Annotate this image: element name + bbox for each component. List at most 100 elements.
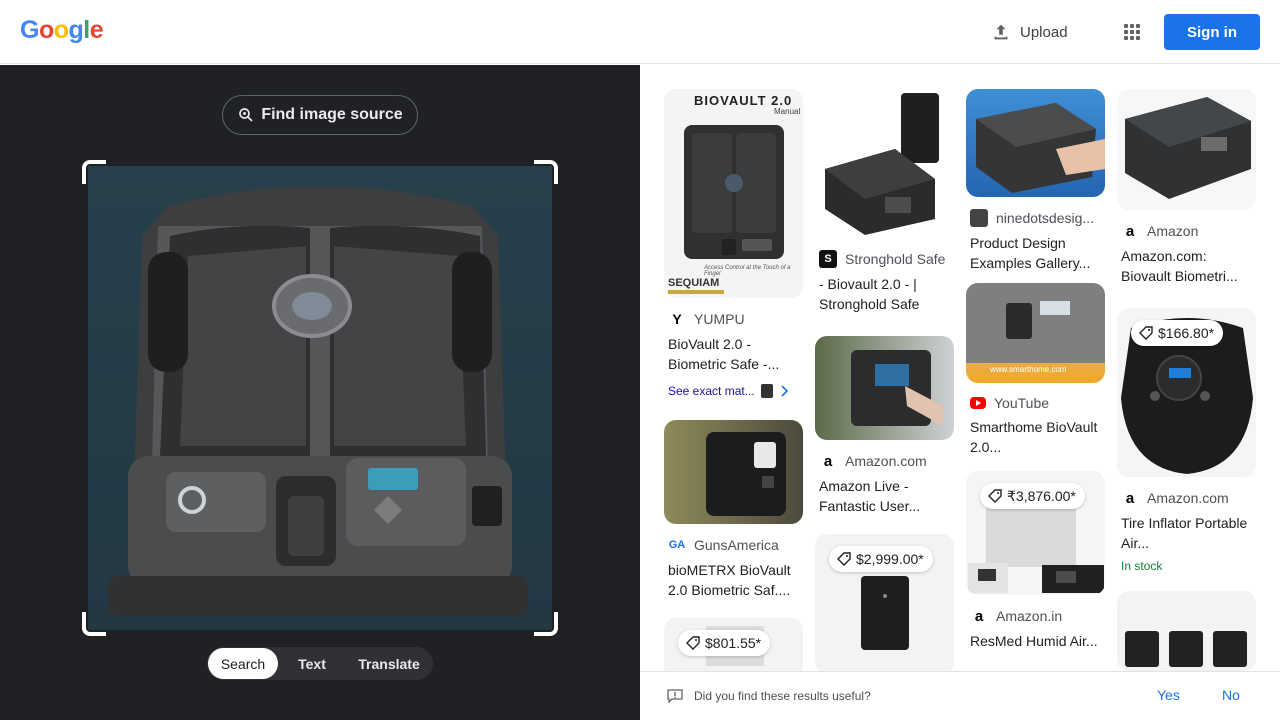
result-card[interactable]: ₹3,876.00* a Amazon.in ResMed Humid Air.…: [966, 471, 1105, 671]
result-card[interactable]: $801.55*: [664, 618, 803, 671]
feedback-question: Did you find these results useful?: [694, 689, 871, 703]
query-image: [88, 166, 552, 630]
result-title[interactable]: - Biovault 2.0 - | Stronghold Safe: [819, 274, 950, 314]
result-thumbnail[interactable]: ₹3,876.00*: [966, 471, 1105, 595]
find-image-source-button[interactable]: Find image source: [222, 95, 418, 135]
youtube-icon: [970, 397, 986, 409]
amazon-icon: a: [970, 607, 988, 625]
result-title[interactable]: bioMETRX BioVault 2.0 Biometric Saf....: [668, 560, 799, 600]
amazon-icon: a: [1121, 222, 1139, 240]
crop-selection-frame[interactable]: [82, 160, 558, 636]
tab-translate[interactable]: Translate: [346, 648, 432, 679]
result-card[interactable]: ninedotsdesig... Product Design Examples…: [966, 89, 1105, 273]
result-thumbnail[interactable]: [815, 336, 954, 440]
results-column: a Amazon Amazon.com: Biovault Biometri..…: [1117, 89, 1256, 671]
crop-corner-handle[interactable]: [534, 612, 558, 636]
source-name: Amazon.com: [1147, 490, 1229, 506]
results-column: BIOVAULT 2.0 Manual Access Control at th…: [664, 89, 803, 671]
exact-label: See exact mat...: [668, 384, 755, 398]
result-source: a Amazon.com: [819, 452, 950, 470]
result-title[interactable]: Amazon.com: Biovault Biometri...: [1121, 246, 1252, 286]
feedback-yes-button[interactable]: Yes: [1157, 687, 1180, 703]
result-thumbnail[interactable]: [1117, 591, 1256, 671]
result-source: YouTube: [970, 395, 1101, 411]
price-tag-icon: [837, 552, 851, 566]
price-badge: $801.55*: [678, 630, 771, 656]
see-exact-matches-link[interactable]: See exact mat...: [668, 384, 799, 398]
tab-text[interactable]: Text: [278, 648, 346, 679]
result-card[interactable]: BIOVAULT 2.0 Manual Access Control at th…: [664, 89, 803, 398]
result-thumbnail[interactable]: BIOVAULT 2.0 Manual Access Control at th…: [664, 89, 803, 298]
result-thumbnail[interactable]: $801.55*: [664, 618, 803, 671]
crop-corner-handle[interactable]: [534, 160, 558, 184]
thumb-text: Manual: [774, 107, 801, 116]
visual-matches-pane: BIOVAULT 2.0 Manual Access Control at th…: [640, 65, 1280, 671]
source-name: Stronghold Safe: [845, 251, 946, 267]
tab-search[interactable]: Search: [208, 648, 278, 679]
result-thumbnail[interactable]: [664, 420, 803, 524]
result-source: Y YUMPU: [668, 310, 799, 328]
amazon-icon: a: [819, 452, 837, 470]
crop-corner-handle[interactable]: [82, 612, 106, 636]
source-name: GunsAmerica: [694, 537, 779, 553]
result-thumbnail[interactable]: [815, 89, 954, 238]
upload-label: Upload: [1020, 23, 1068, 41]
upload-button[interactable]: Upload: [990, 16, 1068, 48]
amazon-icon: a: [1121, 489, 1139, 507]
stock-status: In stock: [1121, 559, 1163, 573]
result-title[interactable]: Product Design Examples Gallery...: [970, 233, 1101, 273]
apps-grid-icon[interactable]: [1120, 20, 1144, 44]
thumb-text: SEQUIAM: [668, 277, 720, 289]
result-thumbnail[interactable]: $2,999.00*: [815, 534, 954, 671]
result-title[interactable]: BioVault 2.0 - Biometric Safe -...: [668, 334, 799, 374]
result-card[interactable]: GA GunsAmerica bioMETRX BioVault 2.0 Bio…: [664, 420, 803, 600]
lens-mode-tabs: Search Text Translate: [207, 647, 433, 680]
google-logo[interactable]: Google: [20, 16, 104, 45]
result-thumbnail[interactable]: [1117, 89, 1256, 210]
result-title[interactable]: Tire Inflator Portable Air...: [1121, 513, 1252, 553]
thumb-text: Access Control at the Touch of a Finger: [704, 265, 791, 277]
upload-icon: [994, 24, 1008, 40]
top-header: Google Upload Sign in: [0, 0, 1280, 64]
source-name: Amazon.in: [996, 608, 1063, 624]
result-source: a Amazon.com: [1121, 489, 1252, 507]
result-thumbnail[interactable]: www.smarthome.com: [966, 283, 1105, 383]
source-name: ninedotsdesig...: [996, 210, 1095, 226]
result-thumbnail[interactable]: $166.80*: [1117, 308, 1256, 477]
result-thumbnail[interactable]: [966, 89, 1105, 197]
price-label: $2,999.00*: [856, 551, 924, 567]
sign-in-button[interactable]: Sign in: [1164, 14, 1260, 50]
result-card[interactable]: a Amazon.com Amazon Live - Fantastic Use…: [815, 336, 954, 516]
result-title[interactable]: Amazon Live - Fantastic User...: [819, 476, 950, 516]
result-card[interactable]: [1117, 591, 1256, 671]
logo-letter: e: [89, 16, 104, 44]
results-column: ninedotsdesig... Product Design Examples…: [966, 89, 1105, 671]
feedback-icon: [667, 689, 683, 703]
result-card[interactable]: S Stronghold Safe - Biovault 2.0 - | Str…: [815, 89, 954, 314]
price-label: $801.55*: [705, 635, 762, 651]
price-label: ₹3,876.00*: [1007, 487, 1076, 504]
gunsamerica-icon: GA: [668, 536, 686, 554]
source-name: YouTube: [994, 395, 1050, 411]
feedback-no-button[interactable]: No: [1222, 687, 1240, 703]
query-image-pane: Find image source Search Text Translate: [0, 65, 640, 720]
result-source: ninedotsdesig...: [970, 209, 1101, 227]
price-tag-icon: [988, 489, 1002, 503]
logo-letter: G: [20, 16, 39, 44]
result-card[interactable]: a Amazon Amazon.com: Biovault Biometri..…: [1117, 89, 1256, 286]
result-source: GA GunsAmerica: [668, 536, 799, 554]
result-card[interactable]: $166.80* a Amazon.com Tire Inflator Port…: [1117, 308, 1256, 573]
price-badge: ₹3,876.00*: [980, 483, 1085, 509]
logo-letter: o: [53, 16, 69, 44]
result-title[interactable]: ResMed Humid Air...: [970, 631, 1101, 671]
crop-corner-handle[interactable]: [82, 160, 106, 184]
result-card[interactable]: $2,999.00*: [815, 534, 954, 671]
result-source: S Stronghold Safe: [819, 250, 950, 268]
thumb-stripe: [668, 290, 724, 294]
result-source: a Amazon.in: [970, 607, 1101, 625]
result-title[interactable]: Smarthome BioVault 2.0...: [970, 417, 1101, 457]
result-card[interactable]: www.smarthome.com YouTube Smarthome BioV…: [966, 283, 1105, 457]
thumb-text: BIOVAULT 2.0: [694, 93, 793, 108]
source-name: Amazon: [1147, 223, 1199, 239]
results-column: S Stronghold Safe - Biovault 2.0 - | Str…: [815, 89, 954, 671]
